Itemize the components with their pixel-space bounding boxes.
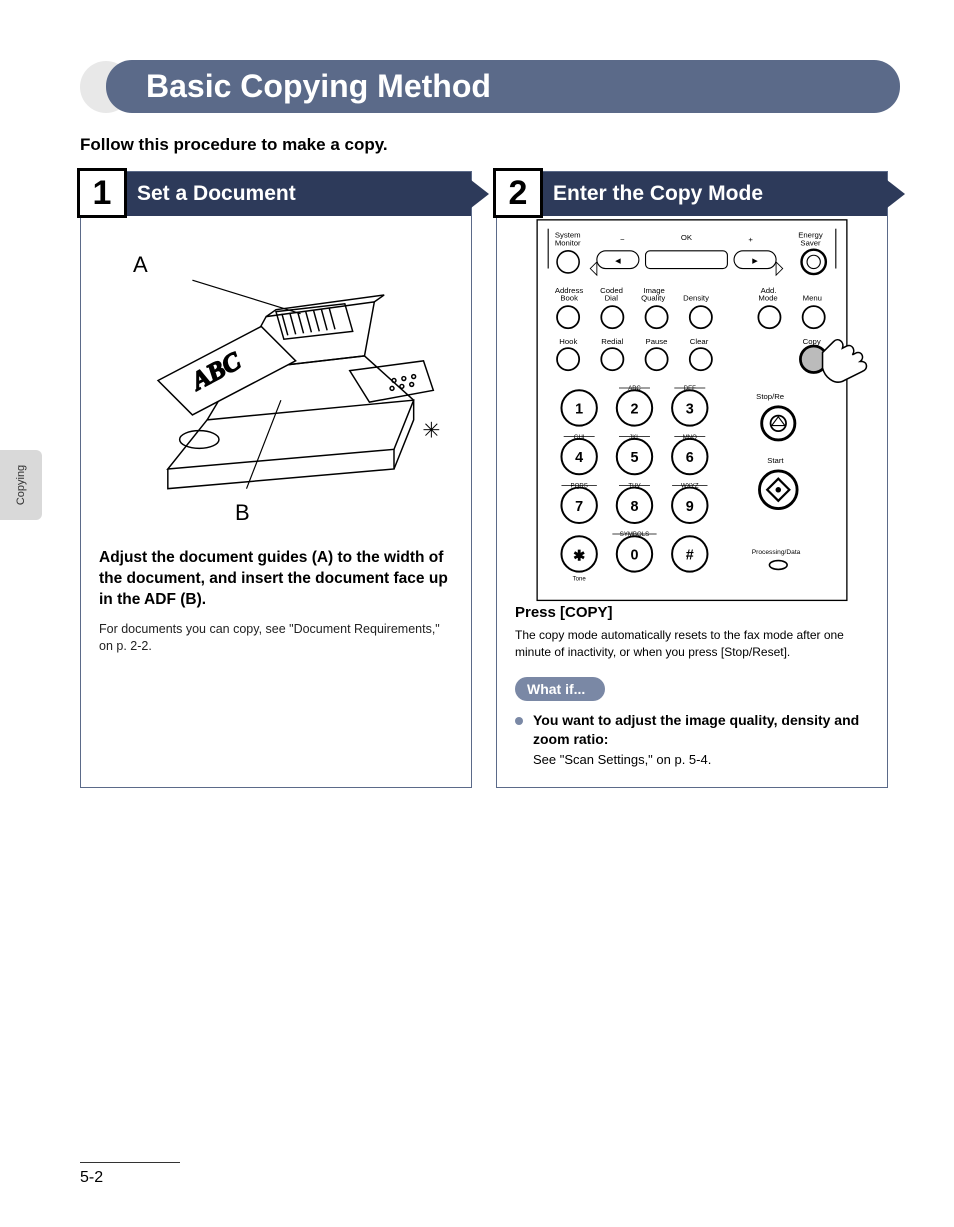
- page-title: Basic Copying Method: [106, 60, 900, 113]
- step-1-instruction: Adjust the document guides (A) to the wi…: [99, 548, 453, 611]
- svg-text:Add.Mode: Add.Mode: [758, 286, 777, 303]
- side-tab-label: Copying: [15, 465, 27, 505]
- svg-text:TUV: TUV: [628, 482, 641, 489]
- step-1-note: For documents you can copy, see "Documen…: [99, 621, 453, 655]
- lbl-energy-saver: EnergySaver: [798, 230, 823, 247]
- control-panel-illustration: SystemMonitor − OK + ◂ ▸ EnergySaver: [515, 230, 869, 590]
- page-content: Basic Copying Method Follow this procedu…: [80, 60, 900, 788]
- svg-text:3: 3: [686, 401, 694, 417]
- step-2-number: 2: [493, 168, 543, 218]
- svg-text:−: −: [620, 235, 625, 244]
- step-1-header: 1 Set a Document: [81, 172, 471, 216]
- step-2-body: SystemMonitor − OK + ◂ ▸ EnergySaver: [497, 216, 887, 787]
- svg-text:DEF: DEF: [684, 385, 696, 392]
- svg-text:▸: ▸: [752, 255, 758, 267]
- svg-text:0: 0: [630, 547, 638, 563]
- step-1-title: Set a Document: [137, 182, 296, 206]
- svg-text:Redial: Redial: [601, 337, 623, 346]
- svg-text:◂: ◂: [615, 255, 621, 267]
- svg-text:Start: Start: [767, 456, 784, 465]
- svg-text:SYMBOLS: SYMBOLS: [620, 531, 649, 538]
- what-if-question: You want to adjust the image quality, de…: [533, 711, 869, 750]
- svg-text:6: 6: [686, 450, 694, 466]
- svg-text:ABC: ABC: [628, 385, 641, 392]
- what-if-answer: See "Scan Settings," on p. 5-4.: [533, 752, 869, 767]
- steps-row: 1 Set a Document: [80, 171, 900, 788]
- svg-text:4: 4: [575, 450, 583, 466]
- what-if-body: You want to adjust the image quality, de…: [515, 711, 869, 767]
- step-1: 1 Set a Document: [80, 171, 472, 788]
- fax-machine-illustration: ABC: [99, 230, 453, 530]
- svg-text:JKL: JKL: [629, 434, 640, 441]
- svg-text:Menu: Menu: [803, 293, 822, 302]
- step-2-title: Enter the Copy Mode: [553, 182, 763, 206]
- press-copy-note: The copy mode automatically resets to th…: [515, 627, 869, 661]
- svg-text:GHI: GHI: [574, 434, 585, 441]
- svg-text:Processing/Data: Processing/Data: [752, 549, 801, 556]
- intro-text: Follow this procedure to make a copy.: [80, 135, 900, 155]
- step-1-body: ABC: [81, 216, 471, 675]
- svg-text:Stop/Re: Stop/Re: [756, 392, 784, 401]
- svg-text:OK: OK: [681, 233, 693, 242]
- svg-text:✱: ✱: [573, 548, 585, 564]
- title-band: Basic Copying Method: [80, 60, 900, 113]
- svg-text:ImageQuality: ImageQuality: [641, 286, 665, 303]
- page-number: 5-2: [80, 1169, 103, 1186]
- svg-text:2: 2: [630, 401, 638, 417]
- arrow-icon: [471, 180, 489, 208]
- step-2: 2 Enter the Copy Mode SystemMonitor − OK: [496, 171, 888, 788]
- what-if-label: What if...: [515, 677, 605, 701]
- svg-text:Clear: Clear: [690, 337, 709, 346]
- footer-rule: [80, 1162, 180, 1163]
- svg-text:9: 9: [686, 499, 694, 515]
- svg-text:Density: Density: [683, 293, 709, 302]
- svg-text:WXYZ: WXYZ: [681, 482, 699, 489]
- svg-text:Tone: Tone: [573, 575, 587, 582]
- page-footer: 5-2: [80, 1162, 180, 1187]
- svg-text:Hook: Hook: [559, 337, 577, 346]
- arrow-icon: [887, 180, 905, 208]
- bullet-icon: [515, 717, 523, 725]
- svg-text:+: +: [748, 235, 753, 244]
- svg-text:Pause: Pause: [646, 337, 668, 346]
- side-tab: Copying: [0, 450, 42, 520]
- svg-text:5: 5: [630, 450, 638, 466]
- svg-text:#: #: [686, 547, 694, 563]
- svg-text:MNO: MNO: [683, 434, 697, 441]
- svg-text:PQRS: PQRS: [571, 482, 588, 489]
- lbl-system-monitor: SystemMonitor: [555, 230, 581, 247]
- svg-text:8: 8: [630, 499, 638, 515]
- callout-b: B: [235, 500, 250, 526]
- step-1-number: 1: [77, 168, 127, 218]
- step-2-header: 2 Enter the Copy Mode: [497, 172, 887, 216]
- svg-text:Copy: Copy: [803, 337, 821, 346]
- svg-text:1: 1: [575, 401, 583, 417]
- svg-text:7: 7: [575, 499, 583, 515]
- callout-a: A: [133, 252, 148, 278]
